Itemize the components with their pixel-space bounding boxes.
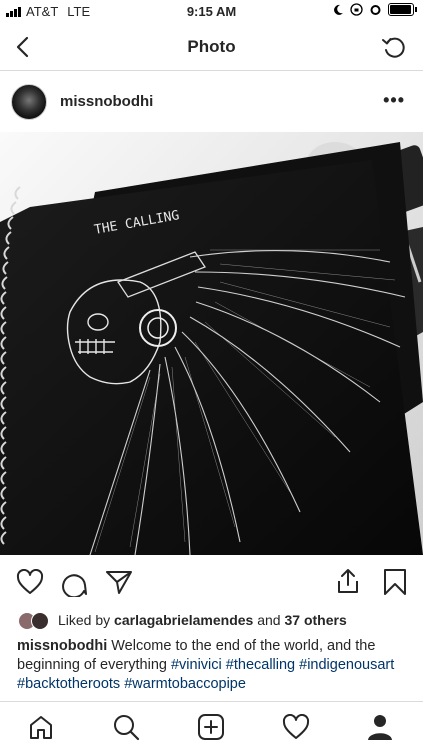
post-caption: missnobodhi Welcome to the end of the wo… [17,637,412,694]
activity-heart-icon[interactable] [282,714,310,740]
more-options-button[interactable]: ••• [383,90,405,111]
battery-icon [388,3,414,16]
hashtag-link[interactable]: #vinivici [171,657,222,673]
profile-icon[interactable] [367,713,393,741]
liked-by-user[interactable]: carlagabrielamendes [114,612,253,628]
status-icons [332,3,417,16]
likes-summary[interactable]: Liked by carlagabrielamendes and 37 othe… [58,612,347,628]
liker-avatar [31,612,49,630]
refresh-icon[interactable] [381,34,407,60]
hashtag-link[interactable]: #indigenousart [299,657,394,673]
hashtag-link[interactable]: #warmtobaccopipe [124,676,246,692]
page-title: Photo [187,37,236,56]
hashtag-link[interactable]: #backtotheroots [17,676,120,692]
alarm-icon [370,5,381,15]
comment-icon[interactable] [60,569,88,597]
home-icon[interactable] [28,714,54,740]
top-navigation: Photo [0,24,423,71]
bottom-navigation [0,701,423,751]
photo-image: THE CALLING [0,132,423,555]
status-bar: AT&T LTE 9:15 AM [0,0,423,24]
likes-row: Liked by carlagabrielamendes and 37 othe… [0,608,423,632]
search-icon[interactable] [112,713,140,741]
likes-prefix: Liked by [58,612,115,628]
post-photo[interactable]: THE CALLING [0,132,423,555]
hashtag-link[interactable]: #thecalling [226,657,295,673]
avatar[interactable] [11,84,47,120]
bookmark-icon[interactable] [383,568,407,596]
caption-username[interactable]: missnobodhi [17,638,107,654]
post-username[interactable]: missnobodhi [60,93,153,110]
paper-plane-icon[interactable] [105,569,133,595]
add-post-icon[interactable] [197,713,225,741]
moon-icon [334,4,343,15]
heart-icon[interactable] [16,569,44,595]
likes-and: and [253,612,285,628]
upload-icon[interactable] [335,567,361,595]
post-header: missnobodhi ••• [0,70,423,132]
likes-others[interactable]: 37 others [284,612,346,628]
orientation-lock-icon [350,3,363,16]
post-actions [0,555,423,607]
